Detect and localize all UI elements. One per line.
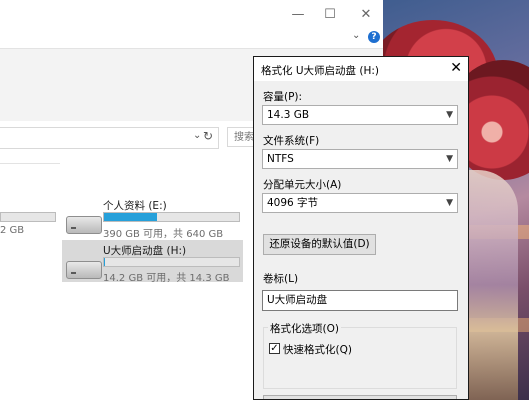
dialog-titlebar: 格式化 U大师启动盘 (H:) ✕ bbox=[254, 57, 468, 81]
chevron-down-icon: ▼ bbox=[446, 198, 453, 208]
drive-usage-bar bbox=[103, 212, 240, 222]
volume-label-label: 卷标(L) bbox=[263, 273, 299, 285]
pane-divider bbox=[0, 163, 60, 164]
address-bar[interactable] bbox=[0, 127, 219, 149]
hard-drive-icon bbox=[66, 216, 102, 234]
close-button[interactable]: ✕ bbox=[356, 6, 376, 24]
drive-usage-fill bbox=[104, 213, 157, 221]
filesystem-value: NTFS bbox=[267, 153, 294, 165]
chevron-down-icon: ▼ bbox=[446, 110, 453, 120]
allocation-label: 分配单元大小(A) bbox=[263, 179, 342, 191]
drive-info: 2 GB bbox=[0, 225, 25, 236]
usb-drive-icon bbox=[66, 261, 102, 279]
address-history-chevron-icon[interactable]: ⌄ bbox=[193, 130, 201, 141]
refresh-icon[interactable]: ↻ bbox=[203, 129, 213, 143]
drive-usage-fill bbox=[104, 258, 106, 266]
filesystem-label: 文件系统(F) bbox=[263, 135, 320, 147]
drive-info: 14.2 GB 可用，共 14.3 GB bbox=[103, 273, 230, 284]
start-button[interactable] bbox=[263, 395, 457, 399]
allocation-value: 4096 字节 bbox=[267, 197, 319, 209]
capacity-value: 14.3 GB bbox=[267, 109, 310, 121]
capacity-label: 容量(P): bbox=[263, 91, 303, 103]
drive-name: U大师启动盘 (H:) bbox=[103, 245, 187, 257]
quick-format-label[interactable]: 快速格式化(Q) bbox=[283, 342, 352, 357]
drive-usage-bar bbox=[0, 212, 56, 222]
maximize-button[interactable]: ☐ bbox=[320, 6, 340, 24]
drive-name: 个人资料 (E:) bbox=[103, 200, 167, 212]
dialog-title: 格式化 U大师启动盘 (H:) bbox=[261, 65, 379, 77]
format-dialog: 格式化 U大师启动盘 (H:) ✕ 容量(P): 14.3 GB ▼ 文件系统(… bbox=[253, 56, 469, 400]
chevron-down-icon: ▼ bbox=[446, 154, 453, 164]
filesystem-select[interactable]: NTFS ▼ bbox=[262, 149, 458, 169]
volume-label-input[interactable]: U大师启动盘 bbox=[262, 290, 458, 311]
restore-defaults-button[interactable]: 还原设备的默认值(D) bbox=[263, 234, 376, 255]
help-icon[interactable]: ? bbox=[368, 31, 380, 43]
ribbon-expand-chevron-icon[interactable]: ⌄ bbox=[352, 30, 360, 41]
drive-usage-bar bbox=[103, 257, 240, 267]
dialog-close-icon[interactable]: ✕ bbox=[450, 60, 462, 76]
format-options-title: 格式化选项(O) bbox=[268, 321, 341, 336]
minimize-button[interactable]: — bbox=[288, 6, 308, 24]
explorer-titlebar: — ☐ ✕ bbox=[0, 0, 383, 30]
capacity-select[interactable]: 14.3 GB ▼ bbox=[262, 105, 458, 125]
allocation-select[interactable]: 4096 字节 ▼ bbox=[262, 193, 458, 213]
drive-info: 390 GB 可用，共 640 GB bbox=[103, 229, 224, 240]
quick-format-checkbox[interactable]: ✓ bbox=[269, 343, 280, 354]
format-options-group bbox=[263, 327, 457, 389]
